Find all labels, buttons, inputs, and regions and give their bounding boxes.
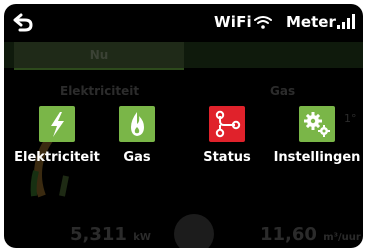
- background-electricity-value: 5,311 kW: [70, 224, 151, 245]
- background-tabbar: Nu: [4, 42, 363, 70]
- meter-label: Meter: [286, 13, 336, 31]
- background-gas-value: 11,60 m³/uur: [260, 224, 361, 245]
- status-bar: WiFi Meter: [4, 4, 363, 40]
- wifi-icon: [254, 16, 272, 29]
- device-screen: Nu Elektriciteit Gas 1° 5,311 kW 11,60 m…: [4, 4, 363, 248]
- menu-label-status: Status: [203, 150, 251, 165]
- background-electricity-number: 5,311: [70, 224, 127, 245]
- gears-icon: [304, 112, 330, 137]
- menu-item-gas[interactable]: Gas: [92, 106, 182, 178]
- signal-bars-icon: [337, 14, 355, 29]
- menu-label-settings: Instellingen: [273, 150, 361, 165]
- menu-tile-settings: [299, 106, 335, 142]
- menu-item-electricity[interactable]: Elektriciteit: [12, 106, 102, 178]
- back-arrow-icon[interactable]: [12, 11, 34, 33]
- wifi-label: WiFi: [214, 13, 252, 31]
- menu-label-electricity: Elektriciteit: [14, 150, 100, 165]
- background-tab-label: Nu: [89, 48, 109, 62]
- background-dot: [174, 214, 214, 248]
- background-gas-number: 11,60: [260, 224, 317, 245]
- lightning-icon: [51, 112, 64, 137]
- background-electricity-unit: kW: [133, 232, 151, 243]
- background-gas-unit: m³/uur: [323, 232, 361, 243]
- menu-tile-gas: [119, 106, 155, 142]
- background-tab-now: Nu: [14, 42, 184, 70]
- flame-icon: [131, 112, 144, 136]
- menu-tile-electricity: [39, 106, 75, 142]
- network-nodes-icon: [215, 110, 241, 138]
- menu-item-settings[interactable]: Instellingen: [272, 106, 362, 178]
- menu-tile-status: [209, 106, 245, 142]
- background-gas-title: Gas: [270, 84, 296, 98]
- menu-item-status[interactable]: Status: [182, 106, 272, 178]
- menu-label-gas: Gas: [123, 150, 151, 165]
